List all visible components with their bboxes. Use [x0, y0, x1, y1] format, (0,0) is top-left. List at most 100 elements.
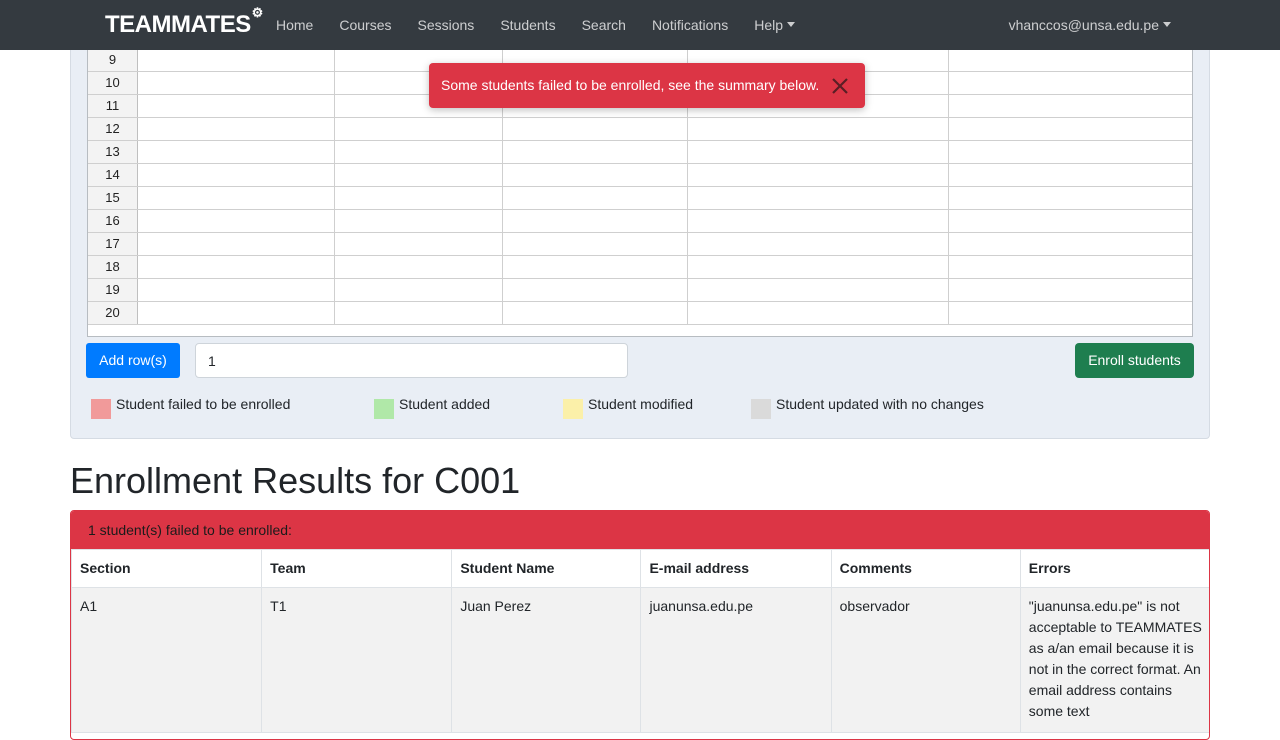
column-header: E-mail address — [640, 549, 832, 588]
comments-cell[interactable] — [949, 233, 1192, 255]
student-name-cell: Juan Perez — [451, 587, 642, 733]
sheet-row: 19 — [88, 279, 1192, 302]
section-cell[interactable] — [138, 279, 335, 301]
team-cell[interactable] — [335, 118, 503, 140]
name-cell[interactable] — [503, 256, 688, 278]
nav-home-link[interactable]: Home — [263, 0, 326, 50]
name-cell[interactable] — [503, 302, 688, 324]
name-cell[interactable] — [503, 141, 688, 163]
sheet-row: 13 — [88, 141, 1192, 164]
section-cell[interactable] — [138, 256, 335, 278]
comments-cell[interactable] — [949, 72, 1192, 94]
section-cell[interactable] — [138, 49, 335, 71]
section-cell[interactable] — [138, 164, 335, 186]
section-cell[interactable] — [138, 118, 335, 140]
rows-count-input[interactable] — [195, 343, 628, 378]
section-cell[interactable] — [138, 210, 335, 232]
section-cell[interactable] — [138, 72, 335, 94]
column-header: Team — [261, 549, 453, 588]
name-cell[interactable] — [503, 279, 688, 301]
email-cell[interactable] — [688, 118, 949, 140]
section-cell[interactable] — [138, 95, 335, 117]
comments-cell: observador — [830, 587, 1021, 733]
sheet-row: 20 — [88, 302, 1192, 325]
comments-cell[interactable] — [949, 279, 1192, 301]
team-cell[interactable] — [335, 256, 503, 278]
email-cell[interactable] — [688, 279, 949, 301]
row-number: 14 — [88, 164, 138, 186]
sheet-row: 18 — [88, 256, 1192, 279]
add-rows-button[interactable]: Add row(s) — [86, 343, 180, 378]
team-cell[interactable] — [335, 141, 503, 163]
legend-label: Student failed to be enrolled — [116, 396, 291, 412]
email-cell[interactable] — [688, 210, 949, 232]
name-cell[interactable] — [503, 210, 688, 232]
comments-cell[interactable] — [949, 49, 1192, 71]
section-cell: A1 — [71, 587, 263, 733]
email-cell[interactable] — [688, 187, 949, 209]
section-cell[interactable] — [138, 233, 335, 255]
added-swatch — [374, 399, 394, 419]
comments-cell[interactable] — [949, 187, 1192, 209]
comments-cell[interactable] — [949, 141, 1192, 163]
comments-cell[interactable] — [949, 210, 1192, 232]
failed-swatch — [91, 399, 111, 419]
name-cell[interactable] — [503, 187, 688, 209]
team-cell[interactable] — [335, 302, 503, 324]
email-cell[interactable] — [688, 256, 949, 278]
comments-cell[interactable] — [949, 256, 1192, 278]
nav-search-link[interactable]: Search — [569, 0, 639, 50]
team-cell[interactable] — [335, 279, 503, 301]
comments-cell[interactable] — [949, 95, 1192, 117]
modified-swatch — [563, 399, 583, 419]
email-cell[interactable] — [688, 164, 949, 186]
email-cell[interactable] — [688, 141, 949, 163]
table-header-row: Section Team Student Name E-mail address… — [71, 549, 1209, 588]
error-toast: Some students failed to be enrolled, see… — [429, 63, 865, 108]
enroll-students-button[interactable]: Enroll students — [1075, 343, 1194, 378]
column-header: Section — [71, 549, 263, 588]
legend-label: Student updated with no changes — [776, 396, 984, 412]
close-icon[interactable] — [827, 73, 853, 99]
errors-cell: "juanunsa.edu.pe" is not acceptable to T… — [1019, 587, 1209, 733]
email-cell[interactable] — [688, 302, 949, 324]
nav-notifications-link[interactable]: Notifications — [639, 0, 741, 50]
results-header: 1 student(s) failed to be enrolled: — [71, 511, 1209, 549]
results-title: Enrollment Results for C001 — [70, 460, 521, 501]
team-cell[interactable] — [335, 187, 503, 209]
row-number: 18 — [88, 256, 138, 278]
brand-text: TEAMMATES — [105, 11, 251, 38]
name-cell[interactable] — [503, 164, 688, 186]
column-header: Errors — [1019, 549, 1209, 588]
section-cell[interactable] — [138, 302, 335, 324]
section-cell[interactable] — [138, 187, 335, 209]
row-number: 19 — [88, 279, 138, 301]
team-cell: T1 — [261, 587, 453, 733]
nav-sessions-link[interactable]: Sessions — [405, 0, 488, 50]
table-row: A1 T1 Juan Perez juanunsa.edu.pe observa… — [71, 587, 1209, 733]
team-cell[interactable] — [335, 210, 503, 232]
team-cell[interactable] — [335, 164, 503, 186]
name-cell[interactable] — [503, 233, 688, 255]
team-cell[interactable] — [335, 233, 503, 255]
email-cell: juanunsa.edu.pe — [640, 587, 832, 733]
comments-cell[interactable] — [949, 302, 1192, 324]
teammates-logo[interactable]: TEAMMATES ⚙ — [105, 6, 263, 42]
comments-cell[interactable] — [949, 118, 1192, 140]
user-account-dropdown[interactable]: vhanccos@unsa.edu.pe — [1009, 0, 1171, 50]
email-cell[interactable] — [688, 233, 949, 255]
row-number: 11 — [88, 95, 138, 117]
name-cell[interactable] — [503, 118, 688, 140]
sheet-row: 14 — [88, 164, 1192, 187]
section-cell[interactable] — [138, 141, 335, 163]
comments-cell[interactable] — [949, 164, 1192, 186]
sheet-row: 17 — [88, 233, 1192, 256]
nav-help-dropdown[interactable]: Help — [741, 0, 808, 50]
toast-message: Some students failed to be enrolled, see… — [441, 77, 820, 93]
nav-courses-link[interactable]: Courses — [326, 0, 404, 50]
sheet-row: 16 — [88, 210, 1192, 233]
legend-label: Student added — [399, 396, 491, 412]
row-number: 16 — [88, 210, 138, 232]
nav-students-link[interactable]: Students — [487, 0, 568, 50]
gear-icon: ⚙ — [251, 5, 264, 20]
